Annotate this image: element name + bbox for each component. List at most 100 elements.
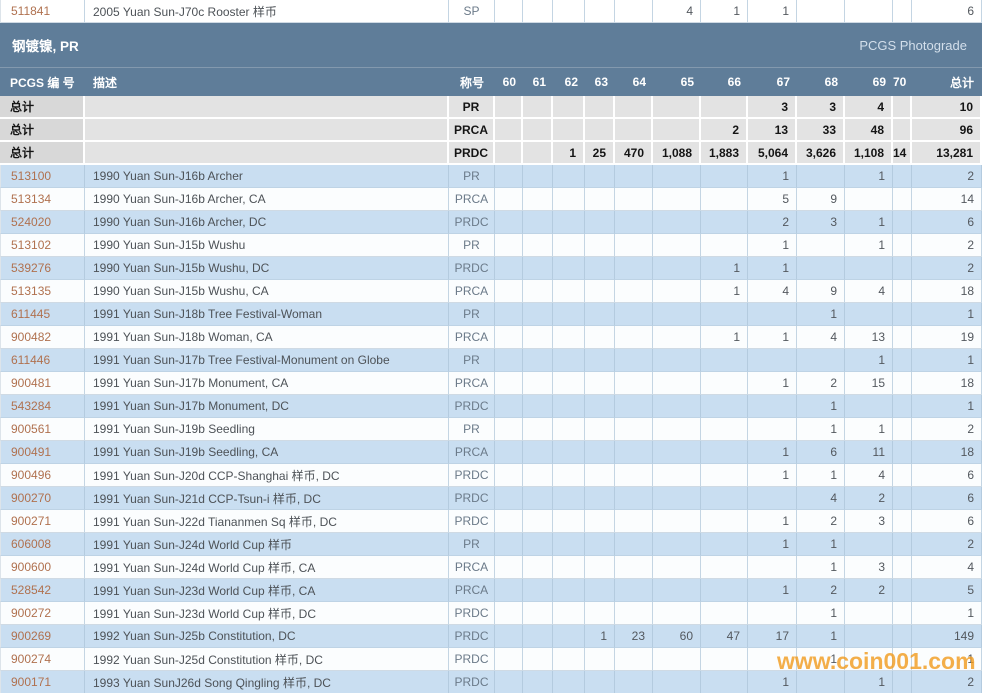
grade-70-value-cell: [893, 372, 912, 395]
pcgs-number-cell: 511841: [0, 0, 85, 23]
pcgs-number-link[interactable]: 611446: [11, 353, 50, 367]
grade-70-value-cell: [893, 165, 912, 188]
grade-67-value-cell: 1: [748, 671, 797, 693]
grade-62-value-cell: [553, 487, 585, 510]
pcgs-number-link[interactable]: 900270: [11, 491, 51, 505]
grade-60-value-cell: [495, 464, 523, 487]
grade-70-value-cell: [893, 326, 912, 349]
pcgs-number-link[interactable]: 539276: [11, 261, 51, 275]
grade-60-value-cell: [495, 671, 523, 693]
pcgs-number-link[interactable]: 524020: [11, 215, 51, 229]
grade-68-value-cell: 1: [797, 625, 845, 648]
grade-67-value-cell: 3: [748, 96, 797, 119]
designation-cell: PRCA: [449, 579, 495, 602]
grade-63-value-cell: [585, 119, 615, 142]
pcgs-number-link[interactable]: 900171: [11, 675, 51, 689]
description-cell: 1991 Yuan Sun-J18b Tree Festival-Woman: [85, 303, 449, 326]
grade-70-value-cell: [893, 579, 912, 602]
grade-62-value-cell: [553, 349, 585, 372]
total-value-cell: 1: [912, 648, 982, 671]
pcgs-number-link[interactable]: 900271: [11, 514, 51, 528]
grade-68-value-cell: [797, 349, 845, 372]
pcgs-number-link[interactable]: 511841: [11, 4, 50, 18]
grade-60-value-cell: [495, 326, 523, 349]
pcgs-number-link[interactable]: 900600: [11, 560, 51, 574]
grade-61-value-cell: [523, 395, 553, 418]
pcgs-number-link[interactable]: 900561: [11, 422, 51, 436]
description-cell: 1991 Yuan Sun-J17b Monument, DC: [85, 395, 449, 418]
grade-70-value-cell: [893, 602, 912, 625]
grade-65-value-cell: [653, 372, 701, 395]
grade-69-value-cell: 1: [845, 418, 893, 441]
grade-64-value-cell: [615, 96, 653, 119]
pcgs-number-link[interactable]: 543284: [11, 399, 51, 413]
grade-70-value-cell: [893, 671, 912, 693]
pcgs-number-link[interactable]: 513100: [11, 169, 51, 183]
grade-63-value-cell: [585, 533, 615, 556]
designation-cell: PR: [449, 418, 495, 441]
grade-60-value-cell: [495, 96, 523, 119]
total-value-cell: 6: [912, 211, 982, 234]
grade-65-value-cell: [653, 280, 701, 303]
pcgs-number-link[interactable]: 606008: [11, 537, 51, 551]
designation-cell: PRDC: [449, 671, 495, 693]
grade-66-value-cell: [701, 556, 748, 579]
pcgs-number-link[interactable]: 900272: [11, 606, 51, 620]
coin-row: 5131341990 Yuan Sun-J16b Archer, CAPRCA5…: [0, 188, 982, 211]
pcgs-number-link[interactable]: 900481: [11, 376, 51, 390]
grade-70-value-cell: [893, 0, 912, 23]
pcgs-number-link[interactable]: 513135: [11, 284, 51, 298]
grade-61-value-cell: [523, 671, 553, 693]
grade-63-value-cell: [585, 464, 615, 487]
grade-63-value-cell: [585, 211, 615, 234]
grade-70-value-cell: [893, 625, 912, 648]
grade-64-value-cell: [615, 395, 653, 418]
grade-62-value-cell: [553, 0, 585, 23]
grade-69-value-cell: 1,108: [845, 142, 893, 165]
grade-64-value-cell: [615, 441, 653, 464]
total-value-cell: 5: [912, 579, 982, 602]
pcgs-number-link[interactable]: 900274: [11, 652, 51, 666]
photograde-link[interactable]: PCGS Photograde: [859, 38, 967, 53]
pcgs-number-link[interactable]: 513102: [11, 238, 51, 252]
pcgs-number-cell: 513102: [0, 234, 85, 257]
description-cell: 1991 Yuan Sun-J17b Tree Festival-Monumen…: [85, 349, 449, 372]
grade-68-value-cell: 1: [797, 303, 845, 326]
grade-62-value-cell: [553, 441, 585, 464]
pcgs-number-link[interactable]: 900491: [11, 445, 51, 459]
grade-61-value-cell: [523, 257, 553, 280]
grade-68-value-cell: 3,626: [797, 142, 845, 165]
grade-68-value-cell: [797, 165, 845, 188]
grade-69-value-cell: 4: [845, 96, 893, 119]
grade-63-value-cell: [585, 96, 615, 119]
total-value-cell: 2: [912, 671, 982, 693]
pcgs-number-link[interactable]: 611445: [11, 307, 50, 321]
pcgs-number-link[interactable]: 900496: [11, 468, 51, 482]
description-cell: 1990 Yuan Sun-J16b Archer, DC: [85, 211, 449, 234]
grade-60-value-cell: [495, 372, 523, 395]
grade-63-value-cell: [585, 372, 615, 395]
description-cell: 1991 Yuan Sun-J19b Seedling: [85, 418, 449, 441]
grade-62-value-cell: [553, 625, 585, 648]
grade-67-value-cell: [748, 556, 797, 579]
pcgs-number-cell: 900481: [0, 372, 85, 395]
grade-61-value-cell: [523, 602, 553, 625]
grade-70-value-cell: [893, 349, 912, 372]
pcgs-number-link[interactable]: 900482: [11, 330, 51, 344]
coin-row: 9002691992 Yuan Sun-J25b Constitution, D…: [0, 625, 982, 648]
grade-69-value-cell: [845, 395, 893, 418]
pcgs-number-link[interactable]: 513134: [11, 192, 51, 206]
pcgs-number-link[interactable]: 900269: [11, 629, 51, 643]
pcgs-number-link[interactable]: 528542: [11, 583, 51, 597]
grade-67-value-cell: 1: [748, 165, 797, 188]
grade-67-value-cell: 1: [748, 533, 797, 556]
description-cell: 1992 Yuan Sun-J25d Constitution 样币, DC: [85, 648, 449, 671]
designation-cell: PRDC: [449, 257, 495, 280]
grade-70-value-cell: [893, 303, 912, 326]
grade-65-value-cell: [653, 303, 701, 326]
grade-62-value-cell: [553, 303, 585, 326]
grade-62-value-cell: [553, 464, 585, 487]
pcgs-number-cell: 513100: [0, 165, 85, 188]
total-value-cell: 96: [912, 119, 982, 142]
grade-66-value-cell: 47: [701, 625, 748, 648]
